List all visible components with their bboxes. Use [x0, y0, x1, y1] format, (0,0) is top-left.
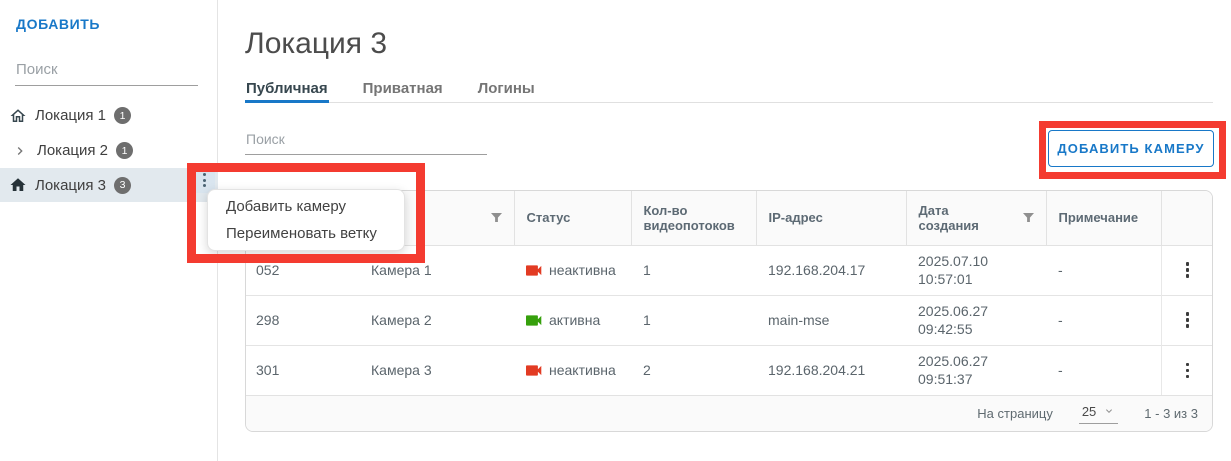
tab-logins[interactable]: Логины	[477, 78, 536, 102]
chevron-down-icon	[1103, 405, 1115, 417]
annotation-box-add-camera	[1039, 121, 1226, 179]
cell-name: Камера 3	[361, 345, 514, 395]
cell-note: -	[1046, 345, 1161, 395]
status-label: неактивна	[549, 362, 616, 378]
status-label: активна	[549, 312, 600, 328]
tree-item-location-2[interactable]: Локация 2 1	[0, 133, 218, 168]
pagination-range: 1 - 3 из 3	[1144, 406, 1198, 421]
created-date: 2025.07.10	[918, 252, 1034, 270]
tree-item-location-3[interactable]: Локация 3 3	[0, 168, 218, 202]
home-icon	[8, 106, 28, 126]
cell-status: неактивна	[514, 245, 631, 295]
count-badge: 1	[116, 142, 133, 159]
filter-icon[interactable]	[491, 213, 502, 223]
page-title: Локация 3	[245, 27, 387, 61]
pagination-bar: На страницу 25 1 - 3 из 3	[246, 395, 1212, 431]
add-location-button[interactable]: ДОБАВИТЬ	[16, 16, 100, 32]
sidebar-search-input[interactable]	[15, 58, 198, 86]
cell-created: 2025.06.27 09:51:37	[906, 345, 1046, 395]
header-note: Примечание	[1046, 191, 1161, 245]
tree-item-label: Локация 2	[37, 142, 108, 159]
videocam-icon	[526, 264, 543, 277]
header-created-label: Дата создания	[919, 203, 1009, 233]
created-date: 2025.06.27	[918, 352, 1034, 370]
cell-ip: 192.168.204.17	[756, 245, 906, 295]
count-badge: 3	[114, 177, 131, 194]
videocam-icon	[526, 314, 543, 327]
created-time: 09:42:55	[918, 320, 1034, 338]
cell-status: активна	[514, 295, 631, 345]
sidebar: ДОБАВИТЬ Локация 1 1 Локация 2 1	[0, 0, 218, 461]
header-created: Дата создания	[906, 191, 1046, 245]
row-kebab-menu-icon[interactable]	[1174, 296, 1203, 345]
header-status: Статус	[514, 191, 631, 245]
videocam-icon	[526, 364, 543, 377]
cell-actions	[1161, 295, 1213, 345]
per-page-value: 25	[1082, 404, 1096, 419]
camera-search	[245, 128, 487, 155]
cell-id: 298	[246, 295, 361, 345]
cell-note: -	[1046, 245, 1161, 295]
location-tree: Локация 1 1 Локация 2 1 Локация 3 3	[0, 98, 218, 202]
table-row[interactable]: 298 Камера 2 активна 1 main-mse 2025.06.…	[246, 295, 1213, 345]
created-date: 2025.06.27	[918, 302, 1034, 320]
tab-public[interactable]: Публичная	[245, 78, 329, 102]
cell-streams: 2	[631, 345, 756, 395]
cell-streams: 1	[631, 295, 756, 345]
cell-streams: 1	[631, 245, 756, 295]
count-badge: 1	[114, 107, 131, 124]
per-page-label: На страницу	[977, 406, 1053, 421]
created-time: 09:51:37	[918, 370, 1034, 388]
per-page-select[interactable]: 25	[1079, 404, 1118, 424]
cell-id: 301	[246, 345, 361, 395]
cell-actions	[1161, 345, 1213, 395]
cell-created: 2025.06.27 09:42:55	[906, 295, 1046, 345]
tree-item-label: Локация 3	[35, 177, 106, 194]
cell-status: неактивна	[514, 345, 631, 395]
tab-private[interactable]: Приватная	[362, 78, 444, 102]
table-row[interactable]: 301 Камера 3 неактивна 2 192.168.204.21 …	[246, 345, 1213, 395]
cell-created: 2025.07.10 10:57:01	[906, 245, 1046, 295]
cell-actions	[1161, 245, 1213, 295]
cell-name: Камера 2	[361, 295, 514, 345]
home-filled-icon	[8, 175, 28, 195]
filter-icon[interactable]	[1023, 213, 1034, 223]
cell-ip: main-mse	[756, 295, 906, 345]
chevron-right-icon[interactable]	[10, 141, 30, 161]
cell-ip: 192.168.204.21	[756, 345, 906, 395]
tree-item-label: Локация 1	[35, 107, 106, 124]
tab-bar: Публичная Приватная Логины	[245, 78, 1213, 103]
row-kebab-menu-icon[interactable]	[1174, 346, 1203, 396]
row-kebab-menu-icon[interactable]	[1174, 246, 1203, 295]
created-time: 10:57:01	[918, 270, 1034, 288]
header-actions	[1161, 191, 1213, 245]
camera-search-input[interactable]	[245, 128, 487, 155]
status-label: неактивна	[549, 262, 616, 278]
tree-item-location-1[interactable]: Локация 1 1	[0, 98, 218, 133]
header-streams: Кол-во видеопотоков	[631, 191, 756, 245]
cell-note: -	[1046, 295, 1161, 345]
header-ip: IP-адрес	[756, 191, 906, 245]
sidebar-search	[15, 58, 198, 86]
annotation-box-context-menu	[187, 163, 425, 263]
